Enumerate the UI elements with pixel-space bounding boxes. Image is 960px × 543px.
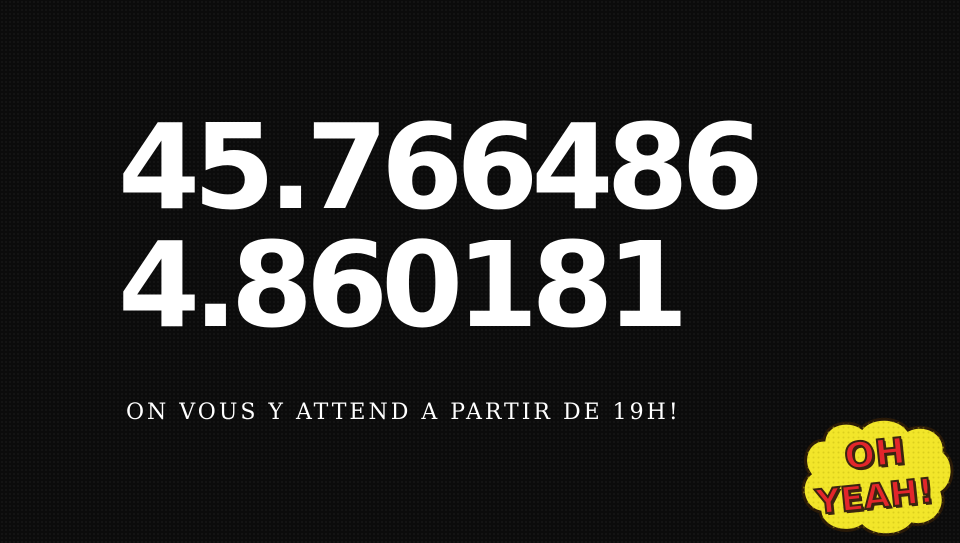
tagline-text: ON VOUS Y ATTEND A PARTIR DE 19H! bbox=[126, 400, 681, 425]
gps-coordinates: 45.766486 4.860181 bbox=[118, 98, 764, 354]
sticker-oh-text: OH bbox=[842, 431, 907, 478]
oh-yeah-sticker-icon: OH OH YEAH! YEAH! bbox=[801, 417, 954, 537]
longitude-text: 4.860181 bbox=[118, 216, 689, 354]
slide-canvas: 45.766486 4.860181 ON VOUS Y ATTEND A PA… bbox=[0, 0, 960, 543]
latitude-text: 45.766486 bbox=[118, 98, 764, 236]
